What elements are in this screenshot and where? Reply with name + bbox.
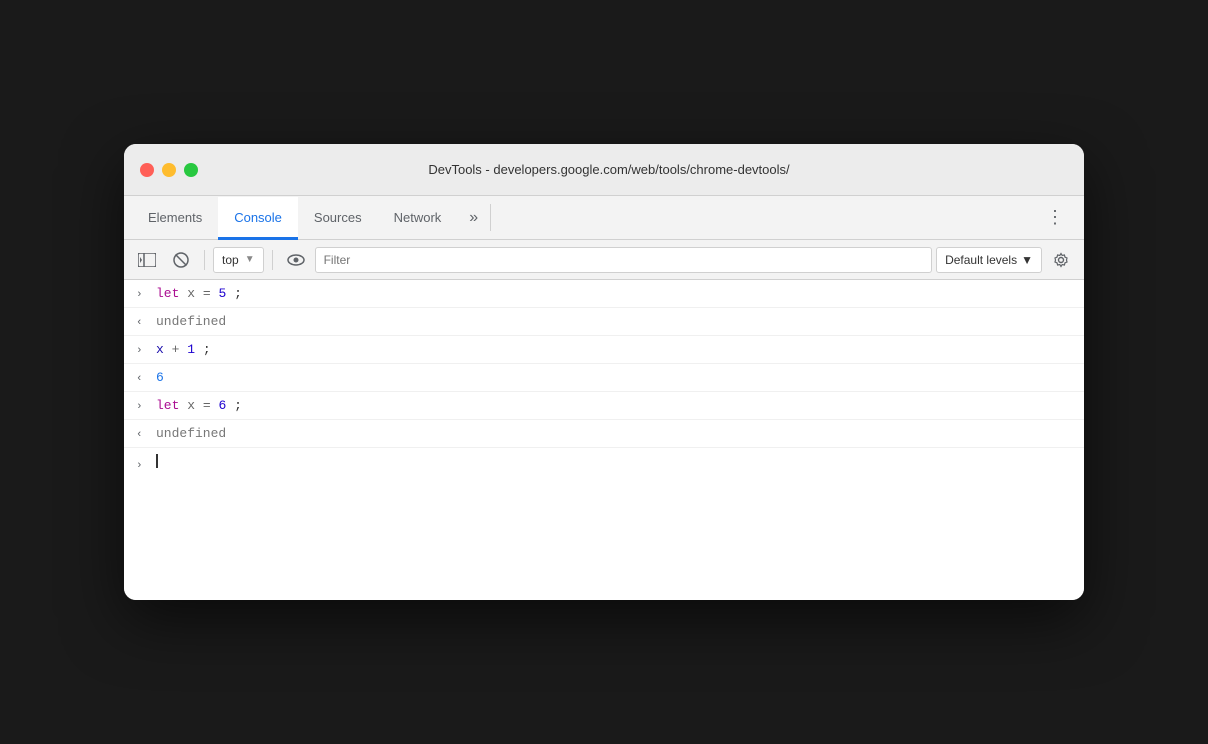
toolbar-separator-1 — [204, 250, 205, 270]
console-row: › x + 1 ; — [124, 336, 1084, 364]
tab-network[interactable]: Network — [378, 197, 458, 240]
console-row: ‹ 6 — [124, 364, 1084, 392]
clear-icon — [173, 252, 189, 268]
tab-more-button[interactable]: » — [457, 196, 490, 239]
tabbar: Elements Console Sources Network » ⋮ — [124, 196, 1084, 240]
eye-button[interactable] — [281, 247, 311, 273]
console-area[interactable]: › let x = 5 ; ‹ undefined › x + 1 ; — [124, 280, 1084, 600]
context-selector-arrow: ▼ — [245, 254, 255, 265]
titlebar: DevTools - developers.google.com/web/too… — [124, 144, 1084, 196]
window-title: DevTools - developers.google.com/web/too… — [150, 162, 1068, 177]
log-levels-arrow: ▼ — [1021, 253, 1033, 267]
settings-button[interactable] — [1046, 247, 1076, 273]
filter-input[interactable] — [315, 247, 932, 273]
devtools-window: DevTools - developers.google.com/web/too… — [124, 144, 1084, 600]
context-selector[interactable]: top ▼ — [213, 247, 264, 273]
console-toolbar: top ▼ Default levels ▼ — [124, 240, 1084, 280]
sidebar-icon — [138, 253, 156, 267]
console-prompt-row[interactable]: › — [124, 448, 1084, 478]
eye-icon — [287, 253, 305, 267]
gear-icon — [1053, 252, 1069, 268]
cursor-caret — [156, 454, 158, 468]
log-levels-selector[interactable]: Default levels ▼ — [936, 247, 1042, 273]
console-row: ‹ undefined — [124, 420, 1084, 448]
toolbar-separator-2 — [272, 250, 273, 270]
chevron-left-icon: ‹ — [136, 373, 148, 385]
chevron-left-icon: ‹ — [136, 429, 148, 441]
console-row: › let x = 6 ; — [124, 392, 1084, 420]
chevron-left-icon: ‹ — [136, 317, 148, 329]
tab-separator — [490, 204, 491, 231]
chevron-right-icon: › — [136, 345, 148, 357]
console-input-cursor — [156, 454, 158, 468]
sidebar-toggle-button[interactable] — [132, 247, 162, 273]
tab-menu-button[interactable]: ⋮ — [1034, 196, 1076, 239]
chevron-right-icon: › — [136, 460, 148, 472]
console-row: ‹ undefined — [124, 308, 1084, 336]
tab-sources[interactable]: Sources — [298, 197, 378, 240]
tab-elements[interactable]: Elements — [132, 197, 218, 240]
chevron-right-icon: › — [136, 289, 148, 301]
tab-console[interactable]: Console — [218, 197, 298, 240]
chevron-right-icon: › — [136, 401, 148, 413]
clear-console-button[interactable] — [166, 247, 196, 273]
console-row: › let x = 5 ; — [124, 280, 1084, 308]
